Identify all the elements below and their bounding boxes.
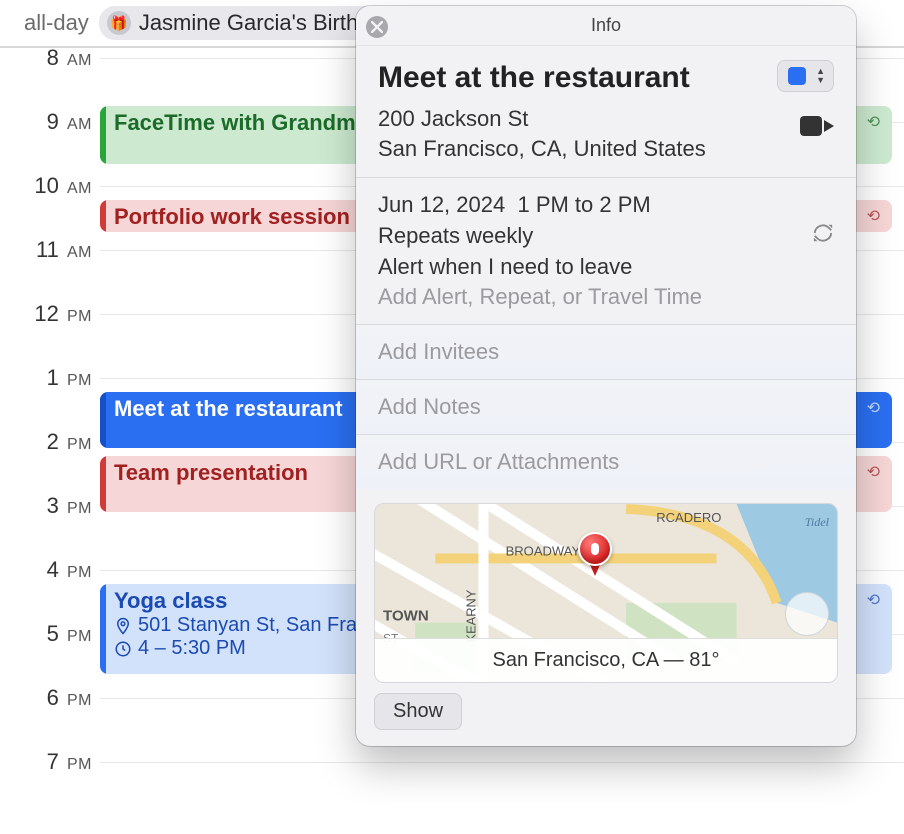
- repeat-icon: ⟲: [867, 206, 880, 226]
- map-label-cadero: RCADERO: [656, 510, 721, 525]
- add-alert-link[interactable]: Add Alert, Repeat, or Travel Time: [378, 284, 834, 310]
- hour-label: 1 PM: [20, 365, 92, 391]
- event-info-popover: Info Meet at the restaurant 200 Jackson …: [356, 6, 856, 746]
- hour-label: 4 PM: [20, 557, 92, 583]
- close-icon: [371, 21, 383, 33]
- add-notes-field[interactable]: Add Notes: [356, 380, 856, 435]
- location-pin-icon: [114, 617, 132, 635]
- calendar-picker[interactable]: ▲▼: [777, 60, 834, 92]
- show-button[interactable]: Show: [374, 693, 462, 730]
- repeat-icon: ⟲: [867, 590, 880, 610]
- add-invitees-field[interactable]: Add Invitees: [356, 325, 856, 380]
- video-call-button[interactable]: [800, 114, 834, 138]
- event-repeats[interactable]: Repeats weekly: [378, 222, 834, 250]
- hour-label: 11 AM: [20, 237, 92, 263]
- event-datetime[interactable]: Jun 12, 2024 1 PM to 2 PM: [378, 192, 834, 218]
- calendar-color-swatch: [788, 67, 806, 85]
- hour-label: 5 PM: [20, 621, 92, 647]
- chevron-updown-icon: ▲▼: [816, 67, 825, 85]
- hour-label: 10 AM: [20, 173, 92, 199]
- map-caption: San Francisco, CA — 81°: [375, 638, 837, 682]
- repeat-icon: ⟲: [867, 398, 880, 418]
- location-map[interactable]: BROADWAY KEARNY TOWN ST RCADERO Tidel Sa…: [374, 503, 838, 683]
- popover-title: Info: [591, 15, 621, 36]
- hour-label: 7 PM: [20, 749, 92, 775]
- map-label-broadway: BROADWAY: [506, 544, 581, 559]
- popover-header: Info: [356, 6, 856, 46]
- hour-label: 6 PM: [20, 685, 92, 711]
- close-button[interactable]: [366, 16, 388, 38]
- hour-label: 2 PM: [20, 429, 92, 455]
- repeat-icon: [812, 222, 834, 250]
- hour-label: 12 PM: [20, 301, 92, 327]
- map-label-town: TOWN: [383, 608, 429, 625]
- hour-label: 9 AM: [20, 109, 92, 135]
- svg-text:Tidel: Tidel: [805, 515, 830, 529]
- repeat-icon: ⟲: [867, 112, 880, 132]
- gift-icon: 🎁: [107, 11, 131, 35]
- event-alert[interactable]: Alert when I need to leave: [378, 254, 834, 280]
- clock-icon: [114, 640, 132, 658]
- repeat-icon: ⟲: [867, 462, 880, 482]
- event-title-field[interactable]: Meet at the restaurant: [378, 60, 765, 96]
- map-label-kearny: KEARNY: [463, 590, 478, 643]
- event-location-field[interactable]: 200 Jackson St San Francisco, CA, United…: [378, 104, 765, 163]
- allday-label: all-day: [24, 10, 89, 36]
- hour-label: 3 PM: [20, 493, 92, 519]
- hour-label: 8 AM: [20, 45, 92, 71]
- add-url-field[interactable]: Add URL or Attachments: [356, 435, 856, 489]
- map-pin-icon: [578, 532, 612, 578]
